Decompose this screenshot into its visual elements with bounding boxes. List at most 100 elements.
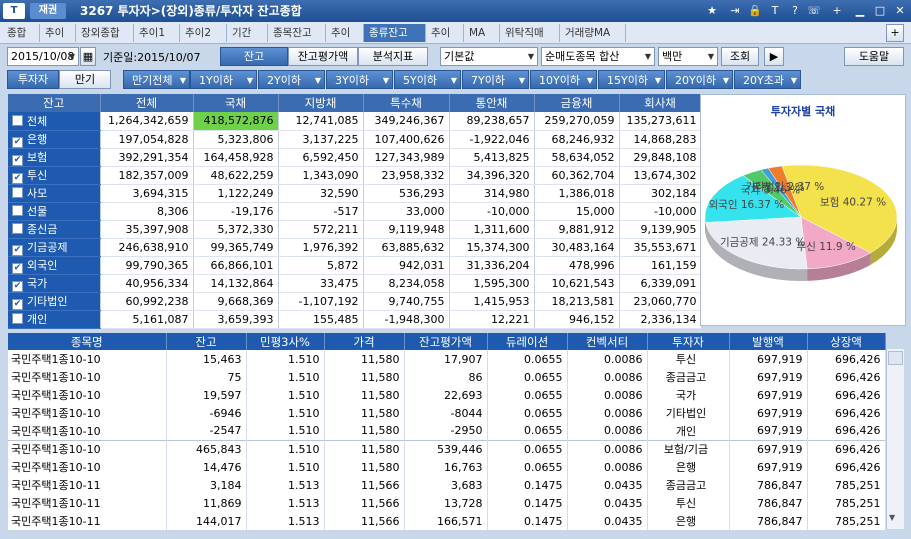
sort-select[interactable]: 순매도종목 합산 <box>541 47 655 66</box>
exit-icon[interactable]: ⇥ <box>728 4 742 18</box>
row-checkbox[interactable]: ✔ <box>12 172 23 184</box>
tab-3[interactable]: 추이1 <box>134 24 180 42</box>
row-label-cell[interactable]: ✔ 기타법인 <box>8 292 101 311</box>
scroll-thumb[interactable] <box>888 351 903 365</box>
maturity-filter-4[interactable]: 5Y이하 ▼ <box>394 70 461 89</box>
maturity-filter-3[interactable]: 3Y이하 ▼ <box>326 70 393 89</box>
tab-1[interactable]: 추이 <box>40 24 76 42</box>
phone-icon[interactable]: ☏ <box>807 4 821 18</box>
table-cell: 11,580 <box>324 386 405 404</box>
maturity-filter-0[interactable]: 만기전체 ▼ <box>123 70 190 89</box>
maturity-filter-5[interactable]: 7Y이하 ▼ <box>462 70 529 89</box>
query-button[interactable]: 조회 <box>721 47 759 66</box>
row-label-cell[interactable]: ✔ 보험 <box>8 148 101 167</box>
basis-select[interactable]: 기본값 <box>440 47 538 66</box>
tab-8[interactable]: 종류잔고 <box>364 24 426 42</box>
table-cell: 0.0655 <box>487 404 568 422</box>
row-checkbox[interactable] <box>12 313 23 324</box>
table-cell: 75 <box>166 368 247 386</box>
maturity-toggle[interactable]: 만기 <box>59 70 111 89</box>
row-label-cell[interactable]: ✔ 외국인 <box>8 256 101 275</box>
maturity-filter-2[interactable]: 2Y이하 ▼ <box>258 70 325 89</box>
pie-label: 기타법인 2.37 % <box>746 181 825 193</box>
row-checkbox[interactable] <box>12 205 23 216</box>
tab-12[interactable]: 거래량MA <box>560 24 626 42</box>
row-checkbox[interactable]: ✔ <box>12 262 23 274</box>
column-header: 종목명 <box>8 333 167 350</box>
row-label-cell[interactable]: 개인 <box>8 310 101 329</box>
maturity-filter-8[interactable]: 20Y이하 ▼ <box>666 70 733 89</box>
table-row[interactable]: 국민주택1종10-10 -2547 1.510 11,580 -2950 0.0655 0.… <box>8 422 886 440</box>
add-tab-button[interactable]: + <box>886 24 904 42</box>
plus-icon[interactable]: + <box>830 4 844 18</box>
maturity-filter-6[interactable]: 10Y이하 ▼ <box>530 70 597 89</box>
balance-tab[interactable]: 잔고 <box>220 47 288 66</box>
row-checkbox[interactable] <box>12 114 23 126</box>
row-checkbox[interactable] <box>12 223 23 234</box>
table-row[interactable]: 국민주택1종10-10 14,476 1.510 11,580 16,763 0.0655… <box>8 458 886 476</box>
table-row[interactable]: 국민주택1종10-10 -6946 1.510 11,580 -8044 0.0655 0.… <box>8 404 886 422</box>
tab-4[interactable]: 추이2 <box>180 24 227 42</box>
row-label-cell[interactable]: 사모 <box>8 184 101 203</box>
next-button[interactable]: ▶ <box>764 47 784 66</box>
text-icon[interactable]: T <box>768 4 782 18</box>
eval-tab[interactable]: 잔고평가액 <box>288 47 358 66</box>
scroll-down-icon[interactable]: ▼ <box>889 513 895 522</box>
table-cell: -8044 <box>404 404 488 422</box>
row-label-cell[interactable]: ✔ 투신 <box>8 166 101 185</box>
tab-0[interactable]: 종합 <box>2 24 40 42</box>
help-icon[interactable]: ? <box>788 4 802 18</box>
row-label-cell[interactable]: 선물 <box>8 202 101 221</box>
maximize-icon[interactable]: □ <box>873 4 887 18</box>
tab-9[interactable]: 추이 <box>426 24 464 42</box>
row-checkbox[interactable]: ✔ <box>12 280 23 292</box>
maturity-filter-label: 15Y이하 <box>607 74 648 87</box>
row-label-cell[interactable]: 종신금 <box>8 220 101 239</box>
table-cell: 11,580 <box>324 350 405 368</box>
row-checkbox[interactable]: ✔ <box>12 244 23 256</box>
tab-5[interactable]: 기간 <box>227 24 268 42</box>
table-row[interactable]: 국민주택1종10-11 3,184 1.513 11,566 3,683 0.1475 0.… <box>8 476 886 494</box>
chevron-down-icon: ▼ <box>518 76 525 85</box>
table-cell: 11,580 <box>324 404 405 422</box>
lock-icon[interactable]: 🔒 <box>748 4 762 18</box>
tab-2[interactable]: 장외종합 <box>76 24 134 42</box>
table-row[interactable]: 국민주택1종10-10 15,463 1.510 11,580 17,907 0.0655… <box>8 350 886 368</box>
minimize-icon[interactable]: ▁ <box>853 4 867 18</box>
row-label-cell[interactable]: ✔ 기금공제 <box>8 238 101 257</box>
tab-10[interactable]: MA <box>464 24 500 42</box>
row-checkbox[interactable]: ✔ <box>12 136 23 148</box>
row-checkbox[interactable]: ✔ <box>12 298 23 310</box>
table-row[interactable]: 국민주택1종10-10 75 1.510 11,580 86 0.0655 0.0086 종금… <box>8 368 886 386</box>
vertical-scrollbar[interactable]: ▼ <box>886 349 904 529</box>
tab-6[interactable]: 종목잔고 <box>268 24 326 42</box>
row-label-cell[interactable]: ✔ 국가 <box>8 274 101 293</box>
maturity-filter-1[interactable]: 1Y이하 ▼ <box>190 70 257 89</box>
row-checkbox[interactable]: ✔ <box>12 154 23 166</box>
table-row[interactable]: 국민주택1종10-10 19,597 1.510 11,580 22,693 0.0655… <box>8 386 886 404</box>
table-row[interactable]: 국민주택1종10-11 11,869 1.513 11,566 13,728 0.1475… <box>8 494 886 512</box>
date-field[interactable]: 2015/10/08 <box>7 47 79 66</box>
investor-toggle[interactable]: 투자자 <box>7 70 59 89</box>
help-button[interactable]: 도움말 <box>844 47 904 66</box>
analysis-tab[interactable]: 분석지표 <box>358 47 428 66</box>
tab-11[interactable]: 위탁직매 <box>500 24 560 42</box>
table-row[interactable]: 국민주택1종10-11 144,017 1.513 11,566 166,571 0.14… <box>8 512 886 530</box>
maturity-filter-7[interactable]: 15Y이하 ▼ <box>598 70 665 89</box>
table-row[interactable]: 국민주택1종10-10 465,843 1.510 11,580 539,446 0.06… <box>8 439 886 458</box>
close-icon[interactable]: ✕ <box>893 4 907 18</box>
table-cell: 697,919 <box>729 368 808 386</box>
table-cell: 161,159 <box>619 256 702 275</box>
row-checkbox[interactable] <box>12 187 23 198</box>
table-cell: 302,184 <box>619 184 702 203</box>
table-cell: 국민주택1종10-11 <box>8 512 167 530</box>
table-cell: 89,238,657 <box>449 112 535 131</box>
table-cell: 국가 <box>647 386 730 404</box>
tab-7[interactable]: 추이 <box>326 24 364 42</box>
unit-select[interactable]: 백만 <box>658 47 718 66</box>
calendar-icon[interactable]: ▦ <box>80 47 96 66</box>
row-label-cell[interactable]: ✔ 은행 <box>8 130 101 149</box>
maturity-filter-9[interactable]: 20Y초과 ▼ <box>734 70 801 89</box>
star-icon[interactable]: ★ <box>705 4 719 18</box>
row-label-cell[interactable]: 전체 <box>8 112 101 131</box>
